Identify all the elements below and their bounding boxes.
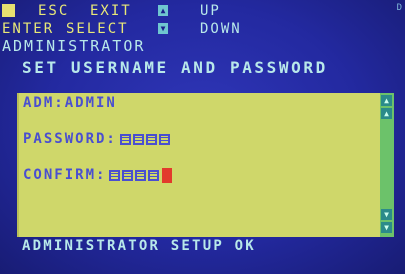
scroll-up-icon[interactable]: ▲: [381, 108, 392, 119]
down-arrow-icon: ▼: [158, 23, 168, 34]
selection-marker-icon: [2, 4, 15, 17]
username-field[interactable]: ADM:ADMIN: [23, 95, 117, 111]
scroll-down-icon[interactable]: ▼: [381, 222, 392, 233]
scroll-up-icon[interactable]: ▲: [381, 95, 392, 106]
esc-key-label: ESC: [38, 3, 70, 19]
corner-indicator-icon: D: [396, 3, 402, 13]
confirm-masked-value: [109, 169, 160, 181]
text-cursor: [162, 167, 173, 183]
confirm-field[interactable]: CONFIRM:: [23, 167, 173, 183]
osd-screen: ESC EXIT ▲ UP ENTER SELECT ▼ DOWN D ADMI…: [0, 0, 405, 274]
select-action-label: SELECT: [66, 21, 129, 37]
confirm-label: CONFIRM:: [23, 167, 107, 183]
credentials-panel: ADM:ADMIN PASSWORD: CONFIRM:: [17, 93, 383, 237]
scrollbar[interactable]: ▲ ▲ ▼ ▼: [380, 93, 394, 237]
menu-subtitle: SET USERNAME AND PASSWORD: [22, 58, 328, 77]
exit-action-label: EXIT: [90, 3, 132, 19]
up-action-label: UP: [200, 3, 221, 19]
status-message: ADMINISTRATOR SETUP OK: [22, 238, 256, 254]
menu-title: ADMINISTRATOR: [2, 37, 146, 55]
password-label: PASSWORD:: [23, 131, 117, 147]
password-masked-value: [119, 133, 170, 145]
password-field[interactable]: PASSWORD:: [23, 131, 170, 147]
scroll-down-icon[interactable]: ▼: [381, 209, 392, 220]
enter-key-label: ENTER: [2, 21, 55, 37]
down-action-label: DOWN: [200, 21, 242, 37]
up-arrow-icon: ▲: [158, 5, 168, 16]
